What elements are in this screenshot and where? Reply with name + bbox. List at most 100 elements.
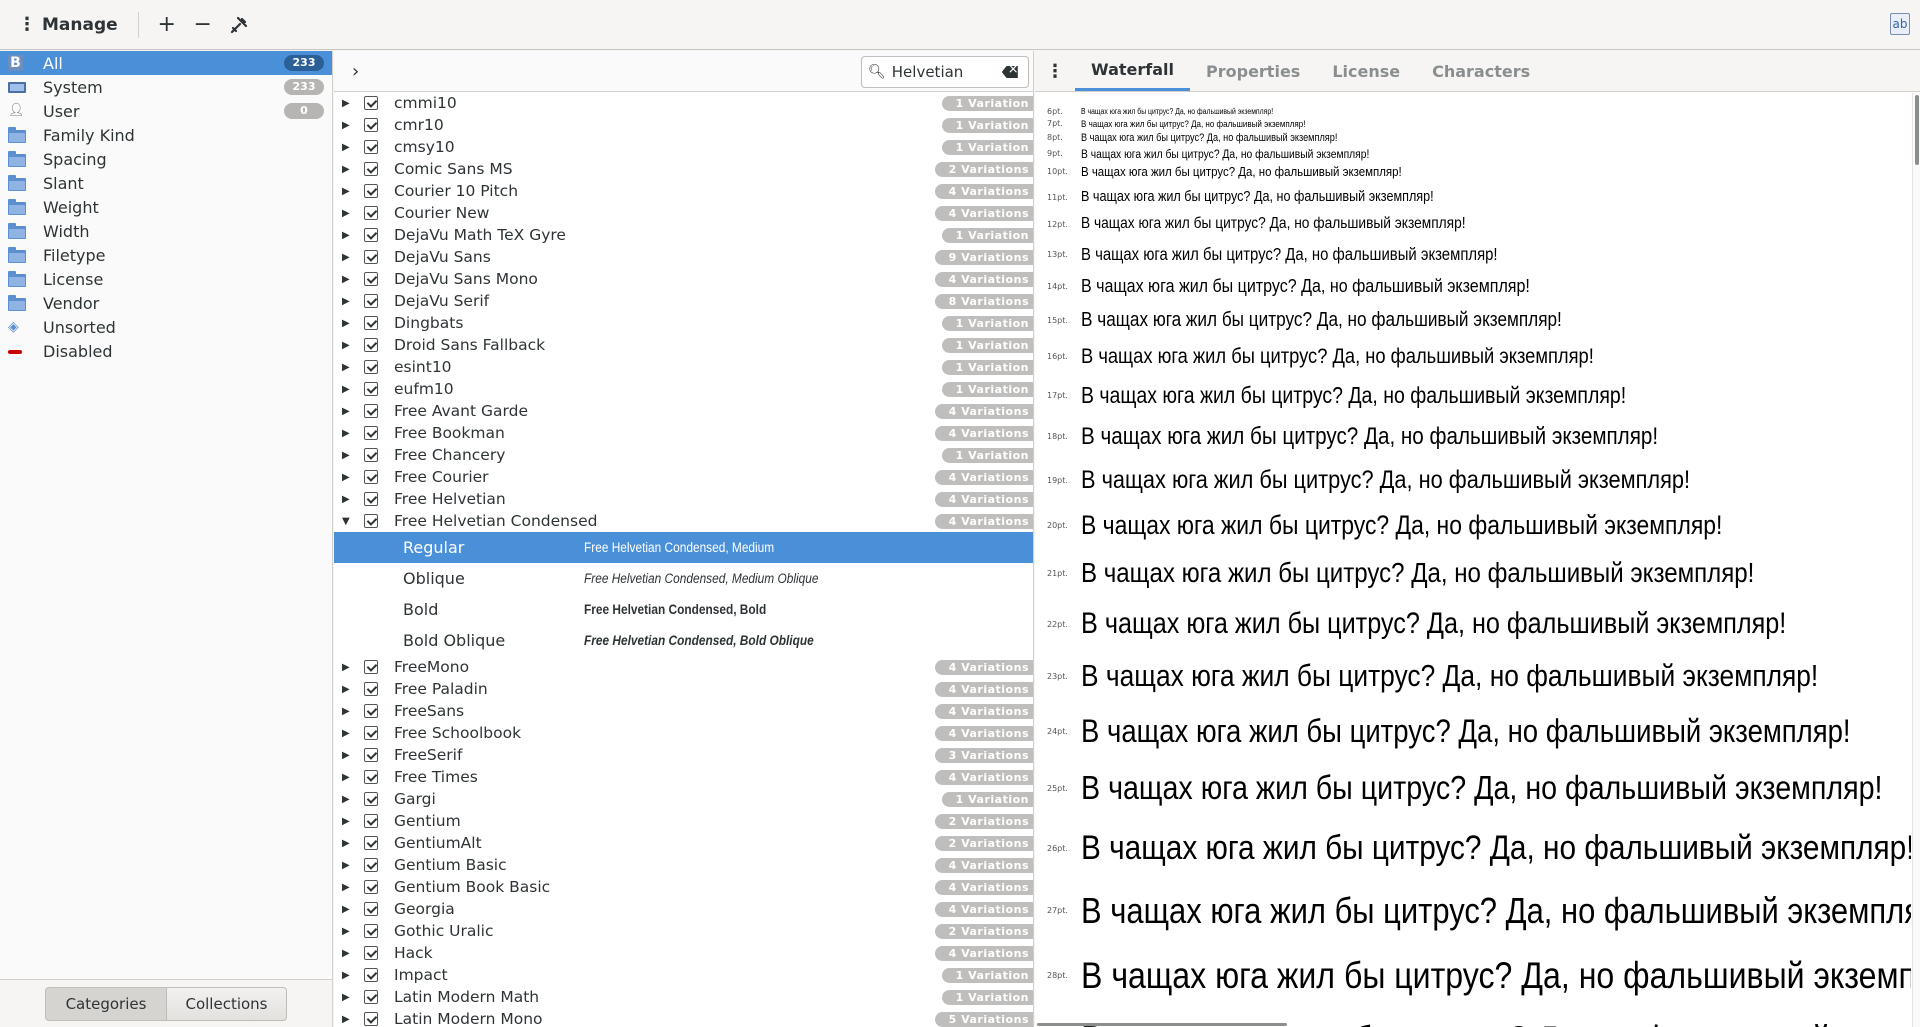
enabled-checkbox[interactable] xyxy=(364,946,378,960)
enabled-checkbox[interactable] xyxy=(364,660,378,674)
expand-all-icon[interactable]: › xyxy=(352,61,359,82)
tab-characters[interactable]: Characters xyxy=(1416,51,1546,91)
font-family-row[interactable]: ▶ Droid Sans Fallback 1 Variation xyxy=(334,334,1033,356)
enabled-checkbox[interactable] xyxy=(364,338,378,352)
expand-arrow-icon[interactable]: ▶ xyxy=(334,450,364,461)
expand-arrow-icon[interactable]: ▶ xyxy=(334,970,364,981)
font-style-row[interactable]: Bold Free Helvetian Condensed, Bold xyxy=(334,594,1033,625)
category-filetype[interactable]: Filetype xyxy=(0,243,332,267)
font-family-row[interactable]: ▶ Latin Modern Mono 5 Variations xyxy=(334,1008,1033,1027)
enabled-checkbox[interactable] xyxy=(364,404,378,418)
expand-arrow-icon[interactable]: ▶ xyxy=(334,794,364,805)
font-family-row[interactable]: ▶ Hack 4 Variations xyxy=(334,942,1033,964)
collections-button[interactable]: Collections xyxy=(167,986,287,1021)
font-family-row[interactable]: ▶ cmsy10 1 Variation xyxy=(334,136,1033,158)
expand-arrow-icon[interactable]: ▶ xyxy=(334,208,364,219)
expand-arrow-icon[interactable]: ▶ xyxy=(334,252,364,263)
font-family-row[interactable]: ▶ FreeMono 4 Variations xyxy=(334,656,1033,678)
category-spacing[interactable]: Spacing xyxy=(0,147,332,171)
expand-arrow-icon[interactable]: ▶ xyxy=(334,186,364,197)
font-family-row[interactable]: ▶ esint10 1 Variation xyxy=(334,356,1033,378)
font-family-row[interactable]: ▶ Gentium Book Basic 4 Variations xyxy=(334,876,1033,898)
enabled-checkbox[interactable] xyxy=(364,162,378,176)
enabled-checkbox[interactable] xyxy=(364,184,378,198)
expand-arrow-icon[interactable]: ▶ xyxy=(334,838,364,849)
hscrollbar-thumb[interactable] xyxy=(1037,1023,1287,1026)
expand-arrow-icon[interactable]: ▶ xyxy=(334,296,364,307)
scrollbar-thumb[interactable] xyxy=(1915,95,1919,165)
expand-arrow-icon[interactable]: ▶ xyxy=(334,750,364,761)
enabled-checkbox[interactable] xyxy=(364,682,378,696)
tab-properties[interactable]: Properties xyxy=(1190,51,1316,91)
font-family-row[interactable]: ▶ DejaVu Serif 8 Variations xyxy=(334,290,1033,312)
search-box[interactable]: 🔍︎ xyxy=(861,56,1029,88)
expand-arrow-icon[interactable]: ▶ xyxy=(334,274,364,285)
enabled-checkbox[interactable] xyxy=(364,858,378,872)
character-map-icon[interactable]: ab xyxy=(1890,13,1910,35)
expand-arrow-icon[interactable]: ▶ xyxy=(334,816,364,827)
font-family-row[interactable]: ▶ GentiumAlt 2 Variations xyxy=(334,832,1033,854)
manage-menu-button[interactable]: ⋮ Manage xyxy=(14,7,128,43)
category-all[interactable]: B All 233 xyxy=(0,51,332,75)
enabled-checkbox[interactable] xyxy=(364,968,378,982)
font-family-row[interactable]: ▶ Free Bookman 4 Variations xyxy=(334,422,1033,444)
categories-button[interactable]: Categories xyxy=(45,986,167,1021)
expand-arrow-icon[interactable]: ▶ xyxy=(334,384,364,395)
expand-arrow-icon[interactable]: ▶ xyxy=(334,164,364,175)
tab-waterfall[interactable]: Waterfall xyxy=(1075,51,1190,91)
enabled-checkbox[interactable] xyxy=(364,96,378,110)
enabled-checkbox[interactable] xyxy=(364,294,378,308)
font-family-row[interactable]: ▶ Georgia 4 Variations xyxy=(334,898,1033,920)
tab-license[interactable]: License xyxy=(1316,51,1416,91)
font-family-row[interactable]: ▶ Free Avant Garde 4 Variations xyxy=(334,400,1033,422)
font-family-row[interactable]: ▶ cmr10 1 Variation xyxy=(334,114,1033,136)
category-unsorted[interactable]: ◈ Unsorted xyxy=(0,315,332,339)
enabled-checkbox[interactable] xyxy=(364,250,378,264)
enabled-checkbox[interactable] xyxy=(364,228,378,242)
expand-arrow-icon[interactable]: ▶ xyxy=(334,318,364,329)
expand-arrow-icon[interactable]: ▶ xyxy=(334,948,364,959)
font-family-row[interactable]: ▶ FreeSans 4 Variations xyxy=(334,700,1033,722)
enabled-checkbox[interactable] xyxy=(364,726,378,740)
search-input[interactable] xyxy=(891,63,1002,81)
expand-arrow-icon[interactable]: ▶ xyxy=(334,706,364,717)
font-style-row[interactable]: Bold Oblique Free Helvetian Condensed, Bo… xyxy=(334,625,1033,656)
font-family-row[interactable]: ▶ DejaVu Math TeX Gyre 1 Variation xyxy=(334,224,1033,246)
font-family-row[interactable]: ▶ Free Paladin 4 Variations xyxy=(334,678,1033,700)
enabled-checkbox[interactable] xyxy=(364,470,378,484)
category-family-kind[interactable]: Family Kind xyxy=(0,123,332,147)
category-disabled[interactable]: Disabled xyxy=(0,339,332,363)
font-family-row[interactable]: ▶ DejaVu Sans Mono 4 Variations xyxy=(334,268,1033,290)
expand-arrow-icon[interactable]: ▶ xyxy=(334,120,364,131)
font-family-row[interactable]: ▶ Gentium 2 Variations xyxy=(334,810,1033,832)
category-width[interactable]: Width xyxy=(0,219,332,243)
enabled-checkbox[interactable] xyxy=(364,880,378,894)
font-style-row[interactable]: Oblique Free Helvetian Condensed, Medium … xyxy=(334,563,1033,594)
enabled-checkbox[interactable] xyxy=(364,492,378,506)
enabled-checkbox[interactable] xyxy=(364,206,378,220)
expand-arrow-icon[interactable]: ▶ xyxy=(334,882,364,893)
font-family-row[interactable]: ▶ Free Chancery 1 Variation xyxy=(334,444,1033,466)
font-family-row[interactable]: ▶ DejaVu Sans 9 Variations xyxy=(334,246,1033,268)
tools-button[interactable] xyxy=(221,7,257,43)
enabled-checkbox[interactable] xyxy=(364,748,378,762)
enabled-checkbox[interactable] xyxy=(364,836,378,850)
expand-arrow-icon[interactable]: ▶ xyxy=(334,98,364,109)
font-style-row[interactable]: Regular Free Helvetian Condensed, Medium xyxy=(334,532,1033,563)
enabled-checkbox[interactable] xyxy=(364,792,378,806)
category-slant[interactable]: Slant xyxy=(0,171,332,195)
expand-arrow-icon[interactable]: ▶ xyxy=(334,340,364,351)
enabled-checkbox[interactable] xyxy=(364,382,378,396)
font-family-row[interactable]: ▶ Free Courier 4 Variations xyxy=(334,466,1033,488)
font-family-row[interactable]: ▶ cmmi10 1 Variation xyxy=(334,92,1033,114)
font-family-row[interactable]: ▼ Free Helvetian Condensed 4 Variations xyxy=(334,510,1033,532)
horizontal-scrollbar[interactable] xyxy=(1035,1023,1911,1027)
preview-menu-icon[interactable]: ⋮ xyxy=(1035,51,1075,91)
font-family-row[interactable]: ▶ FreeSerif 3 Variations xyxy=(334,744,1033,766)
category-vendor[interactable]: Vendor xyxy=(0,291,332,315)
collapse-arrow-icon[interactable]: ▼ xyxy=(334,516,364,527)
enabled-checkbox[interactable] xyxy=(364,272,378,286)
font-family-row[interactable]: ▶ Free Schoolbook 4 Variations xyxy=(334,722,1033,744)
enabled-checkbox[interactable] xyxy=(364,360,378,374)
enabled-checkbox[interactable] xyxy=(364,770,378,784)
